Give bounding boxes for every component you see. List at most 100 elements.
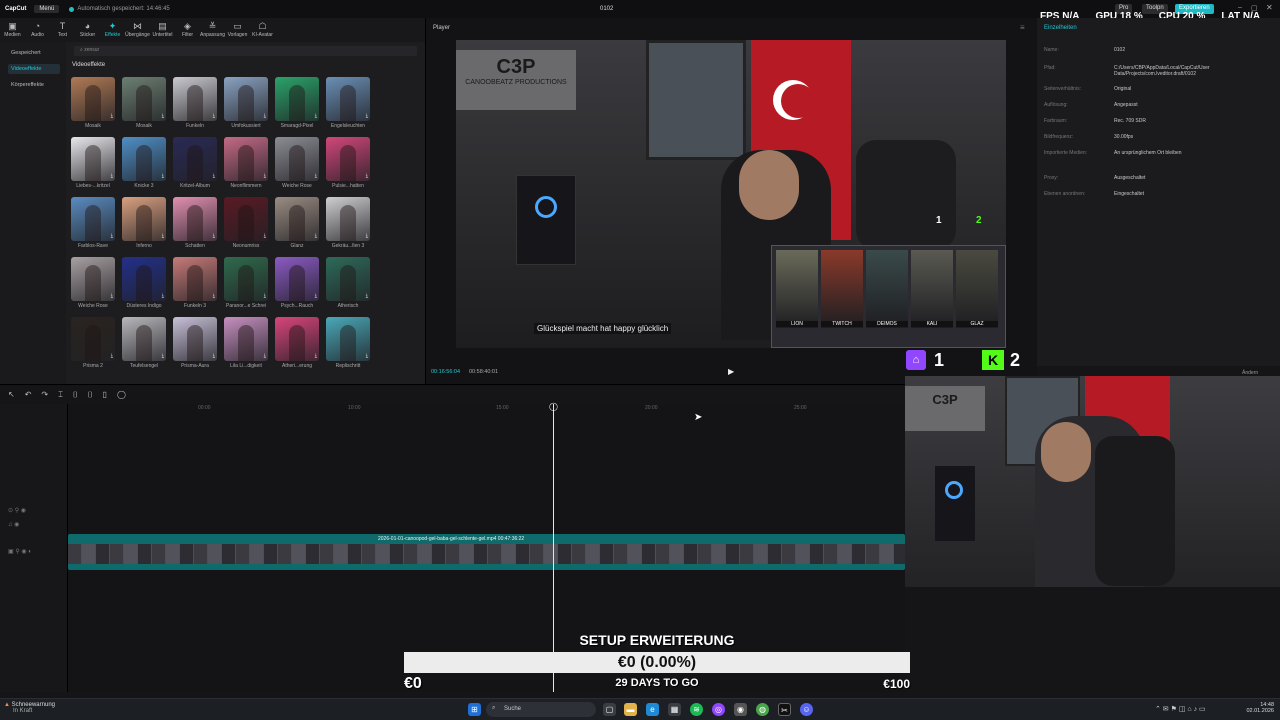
- main-video-clip[interactable]: 2026-01-01-canoopod-gel-baba-gel-schlent…: [68, 534, 905, 570]
- store-icon[interactable]: ▦: [668, 703, 681, 716]
- tool-templates[interactable]: ▭ Vorlagen: [225, 18, 250, 42]
- effects-search-input[interactable]: ⌕ zensur: [74, 46, 417, 56]
- download-icon[interactable]: ⤓: [162, 293, 164, 299]
- trim-left-icon[interactable]: ⌷: [73, 390, 78, 400]
- download-icon[interactable]: ⤓: [213, 113, 215, 119]
- undo-icon[interactable]: ↶: [25, 390, 32, 399]
- main-menu-button[interactable]: Menü: [34, 5, 60, 13]
- nav-saved[interactable]: Gespeichert: [8, 48, 60, 58]
- download-icon[interactable]: ⤓: [213, 173, 215, 179]
- effect-card[interactable]: ⤓ Farblos-Rave: [71, 197, 115, 252]
- download-icon[interactable]: ⤓: [264, 353, 266, 359]
- weather-widget[interactable]: ▲ Schneewarnung In Kraft: [4, 702, 55, 714]
- download-icon[interactable]: ⤓: [264, 113, 266, 119]
- effect-card[interactable]: ⤓ Umfokussiert: [224, 77, 268, 132]
- playhead[interactable]: [553, 404, 554, 692]
- download-icon[interactable]: ⤓: [366, 113, 368, 119]
- tool-ai-avatar[interactable]: ☖ KI-Avatar: [250, 18, 275, 42]
- download-icon[interactable]: ⤓: [213, 353, 215, 359]
- tab-details[interactable]: Einzelheiten: [1044, 25, 1077, 31]
- chrome-icon[interactable]: ◍: [756, 703, 769, 716]
- effect-card[interactable]: ⤓ Neonumriss: [224, 197, 268, 252]
- effect-card[interactable]: ⤓ Replischritt: [326, 317, 370, 372]
- effect-card[interactable]: ⤓ Kritzel-Album: [173, 137, 217, 192]
- effect-card[interactable]: ⤓ Pulsie...hatten: [326, 137, 370, 192]
- tool-audio[interactable]: ◔ Audio: [25, 18, 50, 42]
- effect-card[interactable]: ⤓ Mosaik: [71, 77, 115, 132]
- shield-icon[interactable]: ◯: [117, 390, 126, 399]
- task-view-icon[interactable]: ▢: [603, 703, 616, 716]
- download-icon[interactable]: ⤓: [111, 353, 113, 359]
- effect-card[interactable]: ⤓ Ätheri...erung: [275, 317, 319, 372]
- effect-card[interactable]: ⤓ Psych...Rauch: [275, 257, 319, 312]
- redo-icon[interactable]: ↷: [41, 390, 48, 399]
- effect-card[interactable]: ⤓ Paranor...e Schrei: [224, 257, 268, 312]
- timeline[interactable]: ⊙ ⚲ ◉ ♫ ◉ ▣ ⚲ ◉ ◐ 00:00 10:00 15:00 20:00 25…: [0, 402, 905, 692]
- effect-card[interactable]: ⤓ Prisma-Aura: [173, 317, 217, 372]
- download-icon[interactable]: ⤓: [213, 233, 215, 239]
- effect-card[interactable]: ⤓ Funkeln: [173, 77, 217, 132]
- detail-value[interactable]: Eingeschaltet: [1114, 191, 1280, 197]
- tool-media[interactable]: ▣ Medien: [0, 18, 25, 42]
- effect-card[interactable]: ⤓ Engelsleuchten: [326, 77, 370, 132]
- download-icon[interactable]: ⤓: [111, 293, 113, 299]
- select-tool-icon[interactable]: ↖: [8, 390, 15, 399]
- download-icon[interactable]: ⤓: [366, 353, 368, 359]
- clock[interactable]: 14:48 02.01.2026: [1232, 702, 1274, 714]
- track-audio-icon[interactable]: ♫ ◉: [8, 521, 19, 528]
- player-menu-icon[interactable]: ≡: [1020, 23, 1025, 32]
- nav-body-effects[interactable]: Körpereffekte: [8, 80, 60, 90]
- effect-card[interactable]: ⤓ Weiche Rose: [71, 257, 115, 312]
- start-icon[interactable]: ⊞: [468, 703, 481, 716]
- download-icon[interactable]: ⤓: [162, 233, 164, 239]
- explorer-icon[interactable]: ▬: [624, 703, 637, 716]
- download-icon[interactable]: ⤓: [315, 173, 317, 179]
- minimize-icon[interactable]: –: [1238, 4, 1242, 11]
- delete-icon[interactable]: ▯: [103, 390, 107, 399]
- tool-effects[interactable]: ✦ Effekte: [100, 18, 125, 42]
- effect-card[interactable]: ⤓ Smaragd-Pixel: [275, 77, 319, 132]
- download-icon[interactable]: ⤓: [366, 293, 368, 299]
- download-icon[interactable]: ⤓: [213, 293, 215, 299]
- download-icon[interactable]: ⤓: [111, 173, 113, 179]
- effect-card[interactable]: ⤓ Prisma 2: [71, 317, 115, 372]
- tool-sticker[interactable]: ◕ Sticker: [75, 18, 100, 42]
- effect-card[interactable]: ⤓ Inferno: [122, 197, 166, 252]
- app-icon[interactable]: ◎: [712, 703, 725, 716]
- effect-card[interactable]: ⤓ Düsteres Indigo: [122, 257, 166, 312]
- download-icon[interactable]: ⤓: [366, 233, 368, 239]
- effect-card[interactable]: ⤓ Neonflimmern: [224, 137, 268, 192]
- effect-card[interactable]: ⤓ Mosaik: [122, 77, 166, 132]
- download-icon[interactable]: ⤓: [162, 173, 164, 179]
- taskbar-search[interactable]: ⌕ Suche: [486, 702, 596, 717]
- download-icon[interactable]: ⤓: [264, 173, 266, 179]
- time-ruler[interactable]: 00:00 10:00 15:00 20:00 25:00: [68, 404, 905, 414]
- download-icon[interactable]: ⤓: [264, 293, 266, 299]
- effect-card[interactable]: ⤓ Lila Li...digkeit: [224, 317, 268, 372]
- close-icon[interactable]: ✕: [1266, 3, 1273, 12]
- trim-right-icon[interactable]: ⌷: [88, 390, 93, 400]
- capcut-icon[interactable]: ✂: [778, 703, 791, 716]
- effect-card[interactable]: ⤓ Weiche Rose: [275, 137, 319, 192]
- download-icon[interactable]: ⤓: [315, 113, 317, 119]
- main-track-icons[interactable]: ▣ ⚲ ◉ ◐: [8, 548, 32, 555]
- effect-card[interactable]: ⤓ Gekräu...llen 3: [326, 197, 370, 252]
- playhead-handle[interactable]: ◯: [549, 402, 558, 411]
- effect-card[interactable]: ⤓ Ätherisch: [326, 257, 370, 312]
- download-icon[interactable]: ⤓: [111, 233, 113, 239]
- nav-video-effects[interactable]: Videoeffekte: [8, 64, 60, 74]
- tool-captions[interactable]: ▤ Untertitel: [150, 18, 175, 42]
- tool-adjust[interactable]: ≚ Anpassung: [200, 18, 225, 42]
- effect-card[interactable]: ⤓ Teufelsengel: [122, 317, 166, 372]
- effect-card[interactable]: ⤓ Glanz: [275, 197, 319, 252]
- effect-card[interactable]: ⤓ Schatten: [173, 197, 217, 252]
- detail-value[interactable]: Ausgeschaltet: [1114, 175, 1280, 181]
- discord-icon[interactable]: ☺: [800, 703, 813, 716]
- download-icon[interactable]: ⤓: [162, 113, 164, 119]
- download-icon[interactable]: ⤓: [315, 293, 317, 299]
- tray-icons[interactable]: ⌃ ✉ ⚑ ◫ ⌂ ♪ ▭: [1155, 705, 1206, 713]
- tool-filter[interactable]: ◈ Filter: [175, 18, 200, 42]
- download-icon[interactable]: ⤓: [264, 233, 266, 239]
- video-preview[interactable]: C3P CANOOBEATZ PRODUCTIONS LION TWITCH DEI…: [456, 40, 1006, 348]
- download-icon[interactable]: ⤓: [315, 353, 317, 359]
